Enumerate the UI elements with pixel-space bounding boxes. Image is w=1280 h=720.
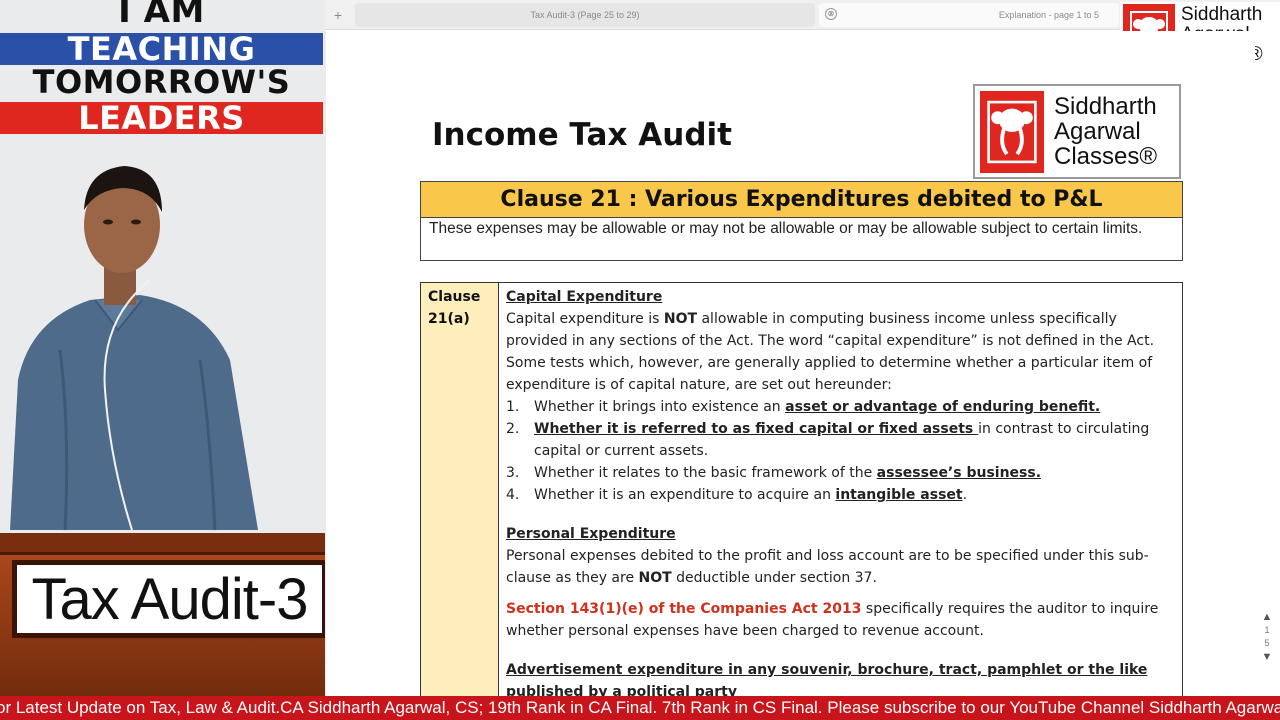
brand-line-3: Classes®	[1054, 143, 1158, 171]
list-number: 2.	[506, 421, 520, 437]
brand-line-2: Agarwal	[1054, 117, 1141, 145]
clause-table: Clause 21(a) Capital Expenditure Capital…	[420, 282, 1183, 696]
section-reference: Section 143(1)(e) of the Companies Act 2…	[506, 601, 862, 617]
brand-line-1: Siddharth	[1054, 92, 1157, 120]
emphasis: NOT	[663, 311, 698, 327]
podium-label-text: Tax Audit-3	[31, 566, 309, 632]
banner-line-3: TOMORROW'S	[32, 63, 291, 101]
total-pages: 5	[1264, 638, 1270, 648]
presenter-figure	[10, 166, 258, 531]
paragraph: Capital expenditure is NOT allowable in …	[506, 308, 1178, 396]
presenter-panel: I AM TEACHING TOMORROW'S LEADERS Tax Aud…	[0, 0, 325, 720]
clause-content: Capital Expenditure Capital expenditure …	[506, 286, 1178, 696]
brand-name: Siddharth Agarwal Classes®	[1054, 94, 1157, 170]
list-item: 1. Whether it brings into existence an as…	[506, 396, 1178, 418]
text: Capital expenditure is	[506, 311, 664, 327]
close-icon[interactable]: ⊗	[825, 8, 837, 20]
text: Whether it relates to the basic framewor…	[534, 465, 877, 481]
text: deductible under section 37.	[671, 570, 877, 586]
text: .	[962, 487, 968, 503]
section-heading: Advertisement expenditure in any souveni…	[506, 662, 1148, 696]
section-heading: Capital Expenditure	[506, 289, 663, 305]
list-number: 3.	[506, 465, 520, 481]
tests-list: 1. Whether it brings into existence an as…	[506, 396, 1178, 506]
page-navigator: ▲ 1 5 ▼	[1257, 610, 1277, 672]
current-page: 1	[1264, 625, 1270, 635]
highlight: intangible asset	[835, 487, 963, 503]
list-item: 2. Whether it is referred to as fixed cap…	[506, 418, 1178, 462]
banner-line-1: I AM	[118, 0, 205, 31]
tab-title: Tax Audit-3 (Page 25 to 29)	[530, 10, 640, 20]
emphasis: NOT	[638, 570, 672, 586]
highlight: asset or advantage of enduring benefit.	[785, 399, 1101, 415]
paragraph: Section 143(1)(e) of the Companies Act 2…	[506, 598, 1178, 642]
ticker-text: or Latest Update on Tax, Law & Audit.CA …	[0, 698, 1280, 717]
ganesha-logo-icon	[980, 90, 1044, 173]
page-up-icon[interactable]: ▲	[1257, 610, 1277, 624]
list-number: 4.	[506, 487, 520, 503]
list-number: 1.	[506, 399, 520, 415]
tab-explanation[interactable]: ⊗ Explanation - page 1 to 5	[819, 3, 1119, 27]
brand-line-1: Siddharth	[1181, 4, 1263, 26]
document-title: Income Tax Audit	[432, 117, 732, 153]
document-page[interactable]: Income Tax Audit Siddharth Agarwal Class…	[325, 31, 1255, 696]
clause-description: These expenses may be allowable or may n…	[420, 217, 1183, 261]
paragraph: Personal expenses debited to the profit …	[506, 545, 1178, 589]
text: Whether it brings into existence an	[534, 399, 786, 415]
tab-title: Explanation - page 1 to 5	[998, 10, 1099, 20]
new-tab-button[interactable]: +	[325, 3, 351, 27]
news-ticker: or Latest Update on Tax, Law & Audit.CA …	[0, 696, 1280, 720]
page-down-icon[interactable]: ▼	[1257, 650, 1277, 664]
podium-top	[0, 533, 325, 555]
text: Whether it is an expenditure to acquire …	[534, 487, 836, 503]
tab-tax-audit-3[interactable]: Tax Audit-3 (Page 25 to 29)	[355, 3, 815, 27]
section-heading: Personal Expenditure	[506, 526, 676, 542]
clause-number: 21(a)	[428, 311, 470, 327]
banner-line-2: TEACHING	[0, 33, 323, 65]
clause-number-cell: Clause 21(a)	[421, 283, 499, 696]
list-item: 3. Whether it relates to the basic framew…	[506, 462, 1178, 484]
clause-label: Clause	[428, 289, 481, 305]
podium-label: Tax Audit-3	[12, 560, 325, 638]
clause-header: Clause 21 : Various Expenditures debited…	[420, 181, 1183, 218]
document-logo: Siddharth Agarwal Classes®	[973, 84, 1181, 179]
highlight: assessee’s business.	[876, 465, 1042, 481]
highlight: Whether it is referred to as fixed capit…	[534, 421, 979, 437]
list-item: 4. Whether it is an expenditure to acquir…	[506, 484, 1178, 506]
